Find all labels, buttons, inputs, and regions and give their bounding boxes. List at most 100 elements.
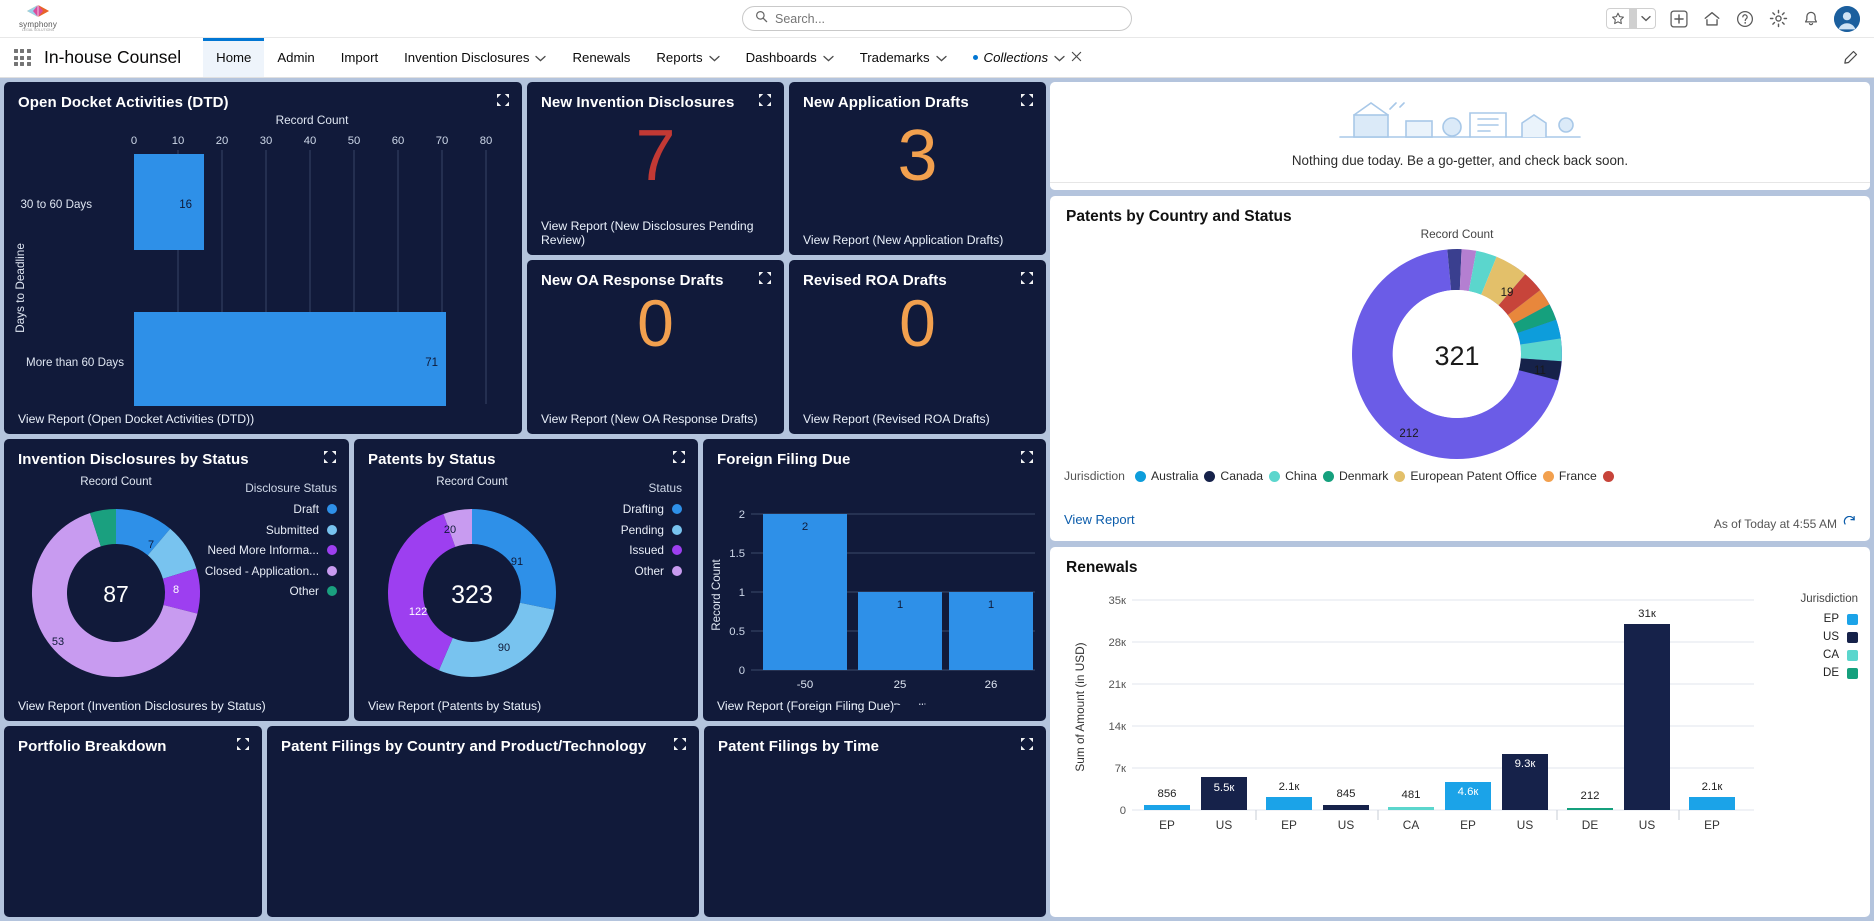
search-input[interactable]: [775, 12, 1119, 26]
expand-icon[interactable]: [672, 450, 686, 464]
expand-icon[interactable]: [673, 737, 687, 751]
legend-item-european-patent-office[interactable]: European Patent Office: [1394, 469, 1536, 483]
tab-renewals[interactable]: Renewals: [559, 38, 643, 77]
view-report-link[interactable]: View Report (Patents by Status): [368, 699, 541, 713]
expand-icon[interactable]: [758, 93, 772, 107]
svg-text:845: 845: [1336, 788, 1355, 800]
expand-icon[interactable]: [1020, 450, 1034, 464]
card-title: Patents by Status: [354, 439, 698, 468]
dashboard-row-3: Portfolio Breakdown Patent Filings by Co…: [4, 726, 1046, 917]
view-report-link[interactable]: View Report (Open Docket Activities (DTD…: [18, 412, 254, 426]
legend-item-ca[interactable]: CA: [1823, 649, 1858, 661]
legend-item-closed-application[interactable]: Closed - Application...: [205, 564, 337, 578]
svg-text:28к: 28к: [1108, 637, 1126, 649]
chevron-down-icon[interactable]: [823, 50, 834, 65]
setup-gear-icon[interactable]: [1768, 9, 1788, 29]
help-icon[interactable]: [1735, 9, 1755, 29]
tab-reports[interactable]: Reports: [643, 38, 732, 77]
tab-dashboards-label: Dashboards: [746, 50, 817, 65]
legend-color-swatch: [327, 586, 337, 596]
legend-item-france[interactable]: France: [1543, 469, 1597, 483]
svg-text:5.5к: 5.5к: [1214, 782, 1236, 794]
expand-icon[interactable]: [1020, 93, 1034, 107]
svg-text:9.3к: 9.3к: [1515, 758, 1537, 770]
kpi-value: 3: [789, 120, 1046, 192]
tab-home[interactable]: Home: [203, 38, 264, 77]
home-icon[interactable]: [1702, 9, 1722, 29]
legend-item-draft[interactable]: Draft: [293, 502, 337, 516]
legend-label: Other: [634, 564, 664, 578]
app-launcher-icon[interactable]: [0, 38, 44, 77]
tab-dashboards[interactable]: Dashboards: [733, 38, 847, 77]
tab-invention-disclosures[interactable]: Invention Disclosures: [391, 38, 559, 77]
legend-item-us[interactable]: US: [1823, 631, 1858, 643]
symphony-logo[interactable]: symphony LEGAL SOLUTIONS: [10, 3, 66, 35]
view-report-link[interactable]: View Report (Revised ROA Drafts): [803, 412, 990, 426]
legend-item-other[interactable]: Other: [634, 564, 682, 578]
card-foreign-filing-due: Foreign Filing Due 2 1.5 1 0.5 0: [703, 439, 1046, 721]
legend-item-pending[interactable]: Pending: [621, 523, 682, 537]
legend-item-de[interactable]: DE: [1823, 667, 1858, 679]
add-icon[interactable]: [1669, 9, 1689, 29]
notifications-bell-icon[interactable]: [1801, 9, 1821, 29]
expand-icon[interactable]: [323, 450, 337, 464]
global-search[interactable]: [742, 6, 1132, 31]
app-navigation-bar: In-house Counsel Home Admin Import Inven…: [0, 38, 1874, 78]
legend-item-ep[interactable]: EP: [1824, 613, 1858, 625]
svg-text:212: 212: [1399, 428, 1418, 440]
chevron-down-icon[interactable]: [936, 50, 947, 65]
expand-icon[interactable]: [1020, 737, 1034, 751]
svg-text:US: US: [1517, 818, 1534, 832]
view-report-link[interactable]: View Report (New Application Drafts): [803, 233, 1003, 247]
legend-item-denmark[interactable]: Denmark: [1323, 469, 1388, 483]
view-report-link[interactable]: View Report (Invention Disclosures by St…: [18, 699, 266, 713]
legend-label: Draft: [293, 502, 319, 516]
tab-home-label: Home: [216, 50, 251, 65]
legend-color-swatch: [1394, 471, 1405, 482]
favorites-star-icon[interactable]: [1607, 12, 1629, 26]
view-report-link[interactable]: View Report: [1064, 512, 1135, 527]
close-icon[interactable]: [1071, 50, 1082, 65]
renewals-chart: 35к 28к 21к 14к 7к 0 Sum of Amount (in U…: [1054, 577, 1814, 845]
chevron-down-icon[interactable]: [709, 50, 720, 65]
legend-label: EP: [1824, 613, 1839, 625]
unsaved-changes-dot-icon: [973, 55, 978, 60]
empty-state-illustration-icon: [1330, 97, 1590, 145]
legend-item-china[interactable]: China: [1269, 469, 1317, 483]
expand-icon[interactable]: [236, 737, 250, 751]
view-report-link[interactable]: View Report (New Disclosures Pending Rev…: [541, 219, 784, 247]
edit-pencil-icon[interactable]: [1843, 38, 1874, 77]
svg-text:11: 11: [1534, 365, 1546, 377]
dashboard-left-column: Open Docket Activities (DTD) Record Coun…: [0, 78, 1050, 921]
legend-item-drafting[interactable]: Drafting: [623, 502, 682, 516]
svg-text:1: 1: [988, 599, 994, 611]
legend-item-overflow[interactable]: [1603, 471, 1614, 482]
favorites-group[interactable]: [1606, 8, 1656, 29]
svg-text:481: 481: [1401, 789, 1420, 801]
view-report-link[interactable]: View Report (New OA Response Drafts): [541, 412, 758, 426]
expand-icon[interactable]: [1020, 271, 1034, 285]
card-portfolio-breakdown: Portfolio Breakdown: [4, 726, 262, 917]
view-report-link[interactable]: View Report (Foreign Filing Due): [717, 699, 894, 713]
expand-icon[interactable]: [758, 271, 772, 285]
svg-text:0: 0: [739, 665, 745, 677]
favorites-dropdown-icon[interactable]: [1637, 15, 1655, 22]
card-patents-by-country-and-status: Patents by Country and Status Record Cou…: [1050, 196, 1870, 541]
nav-tabs: Home Admin Import Invention Disclosures …: [203, 38, 1095, 77]
legend-item-australia[interactable]: Australia: [1135, 469, 1198, 483]
chevron-down-icon[interactable]: [1054, 50, 1065, 65]
avatar[interactable]: [1834, 6, 1860, 32]
tab-admin[interactable]: Admin: [264, 38, 327, 77]
legend-item-submitted[interactable]: Submitted: [266, 523, 337, 537]
legend-item-issued[interactable]: Issued: [629, 543, 682, 557]
tab-import[interactable]: Import: [328, 38, 391, 77]
tab-trademarks[interactable]: Trademarks: [847, 38, 960, 77]
legend-item-need-more-information[interactable]: Need More Informa...: [208, 543, 337, 557]
expand-icon[interactable]: [496, 93, 510, 107]
legend-item-other[interactable]: Other: [289, 584, 337, 598]
legend-item-canada[interactable]: Canada: [1204, 469, 1263, 483]
chevron-down-icon[interactable]: [535, 50, 546, 65]
legend-label: Australia: [1151, 469, 1198, 483]
tab-collections[interactable]: Collections: [960, 38, 1096, 77]
refresh-icon[interactable]: [1843, 516, 1856, 532]
